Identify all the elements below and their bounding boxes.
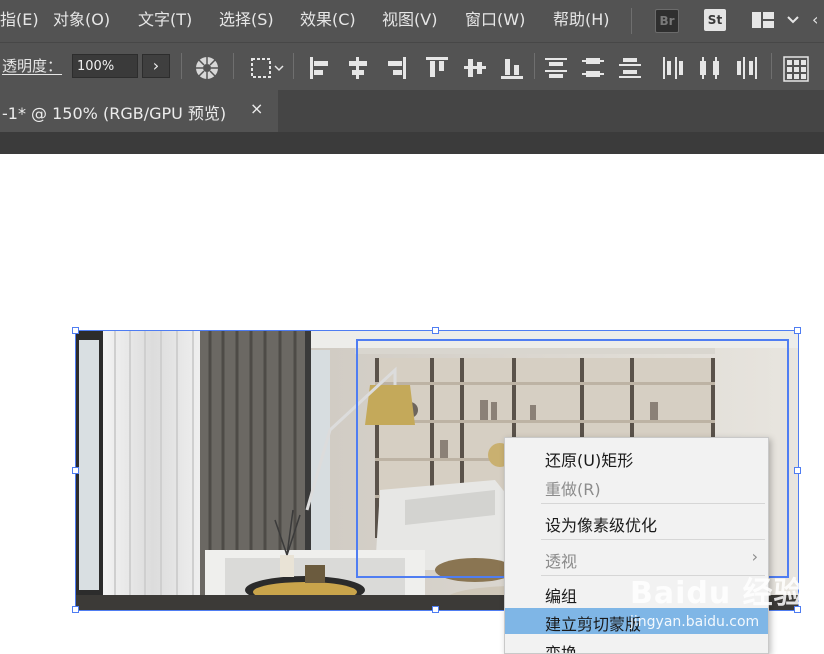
control-divider [293,53,294,79]
chevron-down-icon[interactable] [786,12,800,31]
align-center-horizontal-icon[interactable] [345,55,371,81]
menu-item-undo-rectangle[interactable]: 还原(U)矩形 [505,444,768,470]
menubar-divider [631,8,632,34]
bridge-button[interactable]: Br [655,9,679,33]
menu-type[interactable]: 文字(T) [138,0,192,40]
distribute-top-icon[interactable] [543,55,569,81]
document-tab[interactable]: -1* @ 150% (RGB/GPU 预览) × [0,90,278,132]
distribute-right-icon[interactable] [734,55,760,81]
menu-item-label: 重做(R) [545,480,601,499]
menu-view[interactable]: 视图(V) [382,0,437,40]
tab-content-strip [0,132,824,155]
menu-item-redo: 重做(R) [505,473,768,499]
control-divider [771,53,772,79]
align-left-icon[interactable] [308,55,334,81]
menu-select[interactable]: 选择(S) [219,0,274,40]
menu-help[interactable]: 帮助(H) [553,0,610,40]
align-top-icon[interactable] [424,55,450,81]
workspace-layout-icon[interactable] [752,11,774,33]
resize-handle[interactable] [432,606,439,613]
control-bar: 透明度： 100% › [0,42,824,91]
menu-item-label: 编组 [545,587,578,606]
document-tab-title: -1* @ 150% (RGB/GPU 预览) [2,104,227,123]
document-tab-bar: -1* @ 150% (RGB/GPU 预览) × [0,90,824,132]
transform-grid-icon[interactable] [782,55,809,82]
stock-button[interactable]: St [704,9,726,31]
recolor-artwork-icon[interactable] [194,55,220,81]
submenu-arrow-icon: › [751,547,758,566]
resize-handle[interactable] [432,327,439,334]
control-divider [534,53,535,79]
menu-item-label: 还原(U)矩形 [545,451,634,470]
watermark-url: jingyan.baidu.com [630,614,760,630]
menu-item-label: 建立剪切蒙版 [545,615,642,634]
menu-effect[interactable]: 效果(C) [300,0,356,40]
menu-item-transform[interactable]: 变换 [505,637,768,653]
resize-handle[interactable] [72,606,79,613]
distribute-left-icon[interactable] [660,55,686,81]
watermark-logo: Baidu 经验 [630,576,805,611]
select-similar-icon[interactable] [250,55,286,81]
menubar-overflow-icon[interactable]: ‹ [812,0,818,40]
resize-handle[interactable] [72,467,79,474]
menu-object[interactable]: 对象(O) [53,0,110,40]
resize-handle[interactable] [72,327,79,334]
resize-handle[interactable] [794,327,801,334]
opacity-label: 透明度： [2,57,63,75]
resize-handle[interactable] [794,467,801,474]
menu-edit[interactable]: 指(E) [0,0,39,40]
distribute-center-vertical-icon[interactable] [580,55,606,81]
menu-bar: 指(E) 对象(O) 文字(T) 选择(S) 效果(C) 视图(V) 窗口(W)… [0,0,824,42]
align-bottom-icon[interactable] [499,55,525,81]
close-icon[interactable]: × [250,99,263,118]
opacity-dropdown-button[interactable]: › [142,54,170,78]
align-center-vertical-icon[interactable] [462,55,488,81]
menu-window[interactable]: 窗口(W) [465,0,525,40]
menu-divider [541,503,765,504]
distribute-bottom-icon[interactable] [617,55,643,81]
control-divider [181,53,182,79]
menu-item-make-pixel-perfect[interactable]: 设为像素级优化 [505,509,768,535]
menu-item-label: 透视 [545,552,578,571]
control-divider [233,53,234,79]
distribute-center-horizontal-icon[interactable] [697,55,723,81]
menu-divider [541,539,765,540]
menu-item-label: 设为像素级优化 [545,516,658,535]
align-right-icon[interactable] [382,55,408,81]
opacity-input[interactable]: 100% [72,54,138,78]
